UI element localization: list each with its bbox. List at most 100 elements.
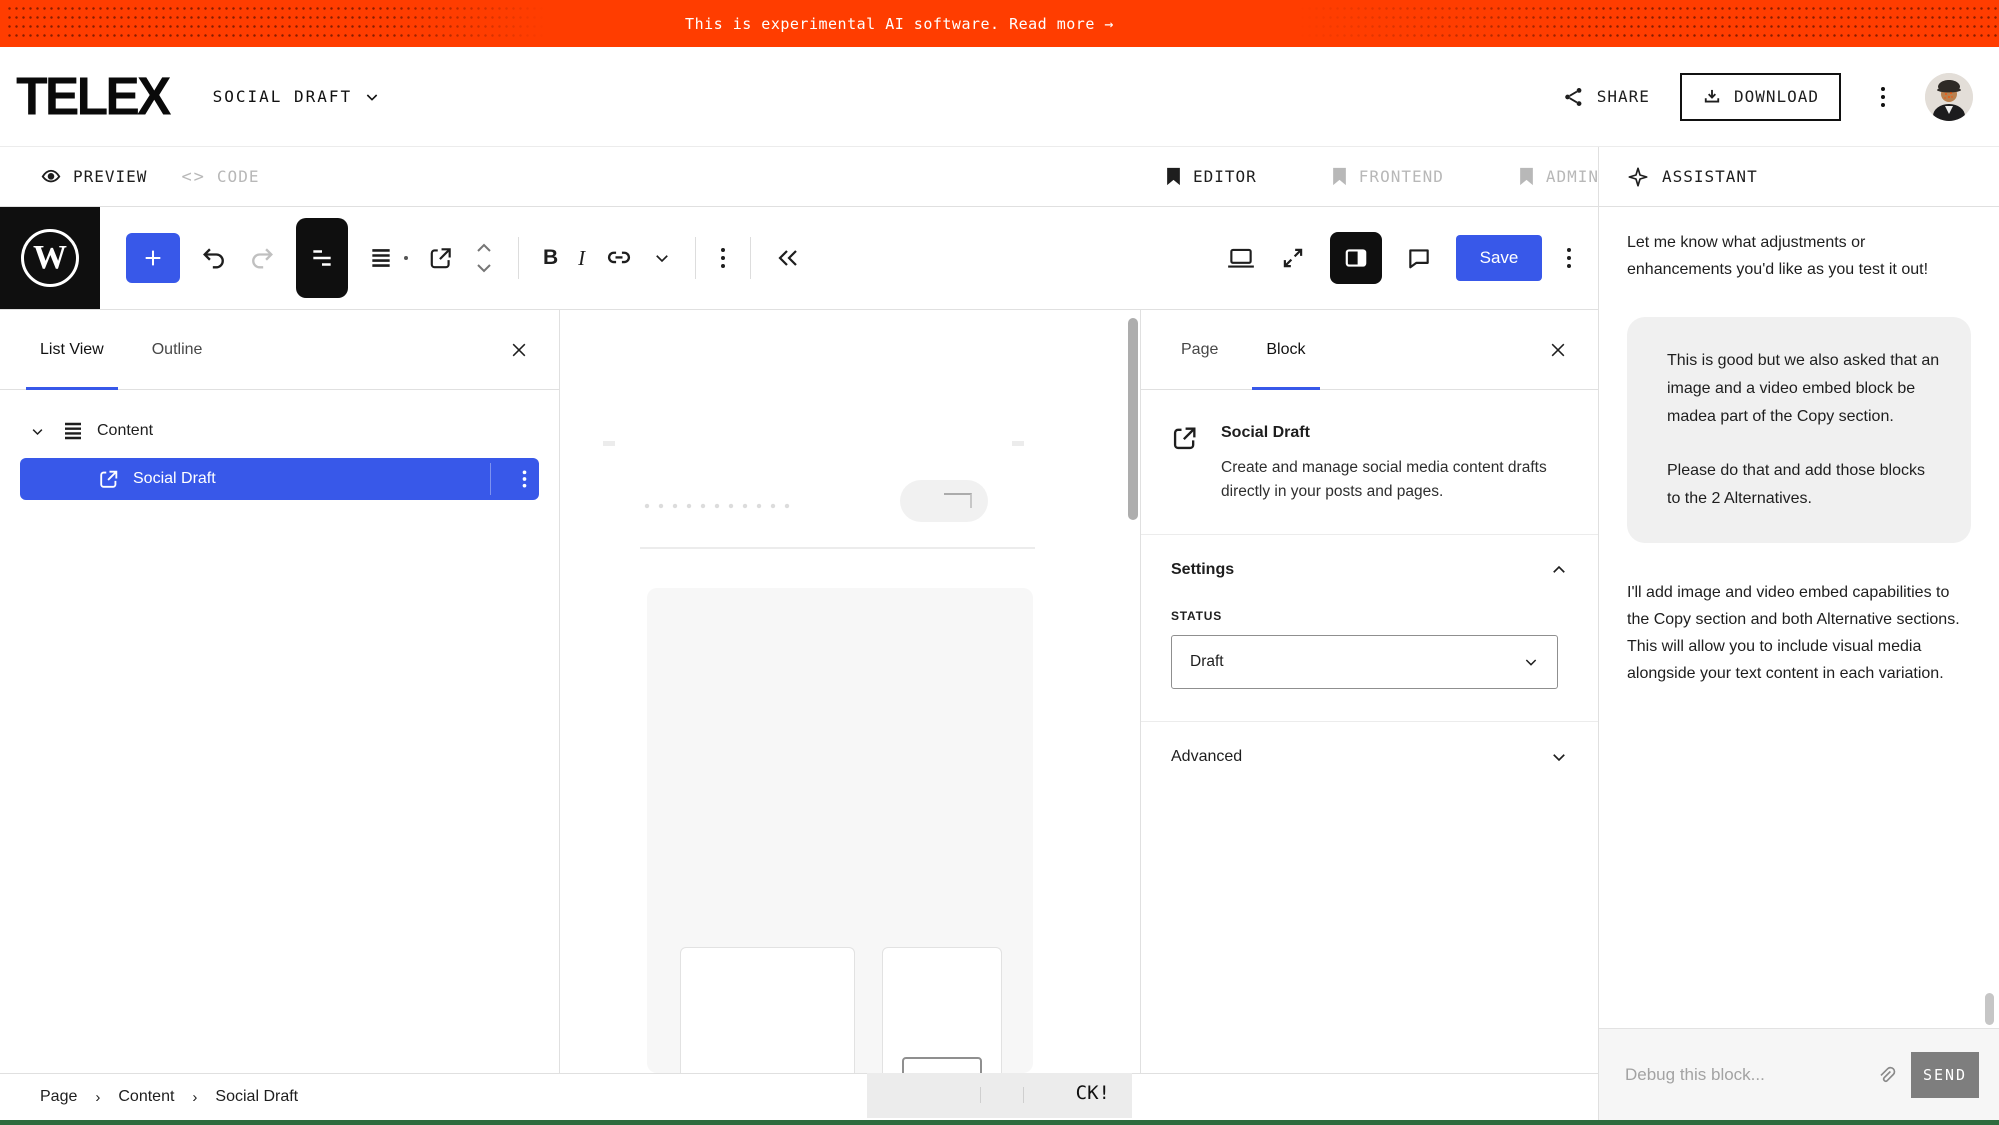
assistant-header: ASSISTANT bbox=[1599, 147, 1999, 207]
format-chevron-button[interactable] bbox=[653, 249, 671, 267]
list-view-toggle-button[interactable] bbox=[296, 218, 348, 298]
row-divider bbox=[490, 463, 491, 495]
tab-frontend[interactable]: FRONTEND bbox=[1331, 167, 1444, 187]
experimental-banner-link[interactable]: This is experimental AI software. Read m… bbox=[0, 0, 1799, 47]
app-header: TELEX SOCIAL DRAFT SHARE DOWNLOAD bbox=[0, 47, 1999, 147]
export-block-button[interactable] bbox=[428, 245, 454, 271]
breadcrumb-item-social-draft[interactable]: Social Draft bbox=[215, 1088, 298, 1106]
project-name: SOCIAL DRAFT bbox=[213, 87, 353, 106]
tab-code[interactable]: <> CODE bbox=[181, 167, 259, 187]
code-label: CODE bbox=[217, 167, 260, 186]
assistant-input-bar: SEND bbox=[1599, 1028, 1999, 1120]
share-button[interactable]: SHARE bbox=[1563, 86, 1650, 108]
inspector-panel: Page Block Social Draft Create and manag… bbox=[1140, 310, 1598, 1073]
assistant-message: Let me know what adjustments or enhancem… bbox=[1627, 229, 1971, 283]
breadcrumb-item-content[interactable]: Content bbox=[118, 1088, 174, 1106]
ghost-mark bbox=[1012, 441, 1024, 446]
tree-item-label: Social Draft bbox=[133, 470, 216, 488]
tab-preview[interactable]: PREVIEW bbox=[40, 166, 147, 188]
tab-editor[interactable]: EDITOR bbox=[1165, 167, 1257, 187]
comments-button[interactable] bbox=[1406, 245, 1432, 271]
tree-item-content[interactable]: Content bbox=[0, 410, 559, 452]
block-title: Social Draft bbox=[1221, 424, 1551, 442]
share-label: SHARE bbox=[1597, 87, 1650, 106]
link-button[interactable] bbox=[605, 244, 633, 272]
assistant-message: I'll add image and video embed capabilit… bbox=[1627, 579, 1971, 687]
download-button[interactable]: DOWNLOAD bbox=[1680, 73, 1841, 121]
header-actions: SHARE DOWNLOAD bbox=[1563, 73, 1973, 121]
ghost-card bbox=[680, 947, 855, 1073]
export-block-icon bbox=[98, 468, 120, 490]
settings-section-toggle[interactable]: Settings bbox=[1141, 535, 1598, 605]
chat-input[interactable] bbox=[1625, 1065, 1861, 1085]
block-inserter-button[interactable] bbox=[126, 233, 180, 283]
user-message-bubble: This is good but we also asked that an i… bbox=[1627, 317, 1971, 543]
breadcrumb-separator: › bbox=[192, 1089, 197, 1106]
editor-toolbar: W bbox=[0, 207, 1598, 310]
chevron-down-icon bbox=[1550, 748, 1568, 766]
redo-button[interactable] bbox=[248, 244, 276, 272]
toolbar-right-group: Save bbox=[1226, 232, 1598, 284]
download-label: DOWNLOAD bbox=[1734, 87, 1819, 106]
italic-button[interactable]: I bbox=[578, 246, 585, 271]
bookmark-icon bbox=[1518, 167, 1535, 187]
toolbar-divider bbox=[750, 237, 751, 279]
close-icon[interactable] bbox=[509, 340, 529, 360]
faded-text-mark bbox=[1023, 1087, 1024, 1103]
user-message-paragraph: This is good but we also asked that an i… bbox=[1667, 347, 1941, 431]
status-field-label: STATUS bbox=[1141, 605, 1598, 635]
block-mover-buttons[interactable] bbox=[474, 241, 494, 275]
ghost-card bbox=[882, 947, 1002, 1073]
editor-options-menu[interactable] bbox=[1566, 246, 1572, 270]
chevron-down-icon bbox=[30, 424, 45, 439]
justify-icon-button[interactable] bbox=[368, 245, 394, 271]
telex-logo: TELEX bbox=[16, 65, 169, 127]
preview-canvas bbox=[560, 310, 1140, 1073]
device-preview-button[interactable] bbox=[1226, 244, 1256, 272]
header-more-menu[interactable] bbox=[1871, 85, 1895, 109]
attachment-paperclip-icon[interactable] bbox=[1875, 1064, 1897, 1086]
chevron-down-icon bbox=[364, 89, 380, 105]
close-icon[interactable] bbox=[1548, 340, 1568, 360]
code-icon: <> bbox=[181, 167, 205, 187]
dot-separator bbox=[404, 256, 408, 260]
advanced-section-toggle[interactable]: Advanced bbox=[1141, 722, 1598, 792]
toolbar-more-menu[interactable] bbox=[720, 246, 726, 270]
fullscreen-button[interactable] bbox=[1280, 245, 1306, 271]
chat-scrollbar[interactable] bbox=[1985, 993, 1994, 1025]
save-button[interactable]: Save bbox=[1456, 235, 1542, 281]
ghost-mark bbox=[603, 441, 615, 446]
view-mode-bar: PREVIEW <> CODE EDITOR FRONTEND bbox=[0, 147, 1598, 207]
bottom-edge-line bbox=[0, 1120, 1999, 1125]
share-icon bbox=[1563, 86, 1585, 108]
cutoff-popup: CK! bbox=[867, 1073, 1132, 1118]
block-description: Create and manage social media content d… bbox=[1221, 456, 1551, 504]
tab-admin[interactable]: ADMIN bbox=[1518, 167, 1599, 187]
sidebar-toggle-button[interactable] bbox=[1330, 232, 1382, 284]
status-select[interactable]: Draft bbox=[1171, 635, 1558, 689]
wordpress-logo-button[interactable]: W bbox=[0, 207, 100, 309]
tab-list-view[interactable]: List View bbox=[40, 310, 104, 390]
tab-page[interactable]: Page bbox=[1181, 310, 1218, 390]
collapse-toolbar-button[interactable] bbox=[775, 246, 801, 270]
inspector-header: Page Block bbox=[1141, 310, 1598, 390]
settings-label: Settings bbox=[1171, 561, 1234, 579]
wordpress-icon: W bbox=[21, 229, 79, 287]
bookmark-icon bbox=[1331, 167, 1348, 187]
send-button[interactable]: SEND bbox=[1911, 1052, 1979, 1098]
undo-button[interactable] bbox=[200, 244, 228, 272]
ghost-button bbox=[902, 1057, 982, 1073]
tree-item-social-draft[interactable]: Social Draft bbox=[20, 458, 539, 500]
frontend-label: FRONTEND bbox=[1359, 167, 1444, 186]
tab-outline[interactable]: Outline bbox=[152, 310, 203, 390]
bold-button[interactable]: B bbox=[543, 246, 558, 270]
user-avatar[interactable] bbox=[1925, 73, 1973, 121]
chevron-up-icon bbox=[1550, 561, 1568, 579]
project-switcher[interactable]: SOCIAL DRAFT bbox=[213, 87, 381, 106]
block-options-menu[interactable] bbox=[522, 469, 527, 489]
breadcrumb-item-page[interactable]: Page bbox=[40, 1088, 77, 1106]
status-value: Draft bbox=[1190, 653, 1224, 671]
tab-block[interactable]: Block bbox=[1266, 310, 1305, 390]
canvas-scrollbar[interactable] bbox=[1128, 318, 1138, 520]
ghost-status-pill bbox=[900, 480, 988, 522]
